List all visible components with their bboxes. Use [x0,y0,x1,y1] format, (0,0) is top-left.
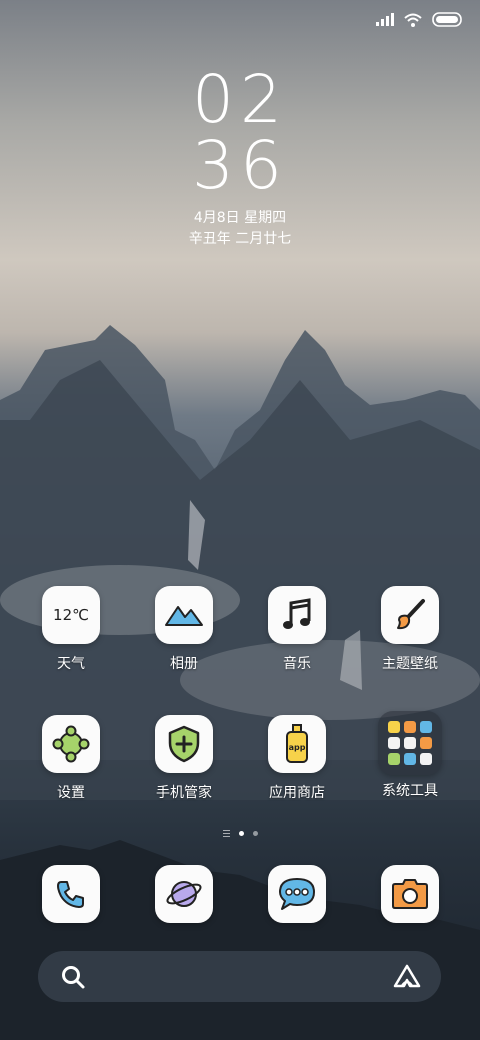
page-list-icon [222,830,230,837]
app-settings[interactable]: 设置 [21,715,121,802]
music-icon [268,586,326,644]
app-weather[interactable]: 12℃ 天气 [21,586,121,673]
app-label: 设置 [57,785,85,801]
theme-brush-icon [381,586,439,644]
dock-camera[interactable] [360,865,460,923]
app-music[interactable]: 音乐 [247,586,347,673]
app-gallery[interactable]: 相册 [134,586,234,673]
page-dot [252,831,258,836]
browser-planet-icon [155,865,213,923]
app-label: 手机管家 [156,785,212,801]
app-label: 天气 [57,656,85,672]
app-store[interactable]: app 应用商店 [247,715,347,802]
app-label: 应用商店 [269,785,325,801]
folder-icon [378,711,442,775]
gallery-icon [155,586,213,644]
app-store-icon: app [268,715,326,773]
app-label: 主题壁纸 [382,656,438,672]
app-label: 相册 [170,656,198,672]
date-block[interactable]: 4月8日 星期四 辛丑年 二月廿七 [0,208,480,250]
app-label: 系统工具 [382,783,438,799]
security-shield-icon [155,715,213,773]
page-dot-active [238,831,244,836]
page-indicator [0,830,480,837]
app-folder-system-tools[interactable]: 系统工具 [360,711,460,800]
signal-icon [376,13,394,26]
battery-icon [432,12,462,27]
search-bar[interactable] [38,951,441,1002]
status-bar [376,12,462,27]
lunar-date: 辛丑年 二月廿七 [188,231,292,247]
search-icon[interactable] [60,964,86,990]
app-security[interactable]: 手机管家 [134,715,234,802]
solar-date: 4月8日 星期四 [193,210,287,226]
app-themes[interactable]: 主题壁纸 [360,586,460,673]
weather-icon: 12℃ [42,586,100,644]
phone-icon [42,865,100,923]
camera-icon [381,865,439,923]
clock-hour: 02 [192,61,288,138]
lock-clock[interactable]: 02 36 [0,61,480,204]
wifi-icon [404,13,422,27]
dock-phone[interactable] [21,865,121,923]
svg-text:app: app [289,743,306,752]
clock-minute: 36 [192,127,288,204]
app-label: 音乐 [283,656,311,672]
assistant-icon[interactable] [393,963,421,989]
settings-icon [42,715,100,773]
dock-messages[interactable] [247,865,347,923]
dock-browser[interactable] [134,865,234,923]
messages-icon [268,865,326,923]
